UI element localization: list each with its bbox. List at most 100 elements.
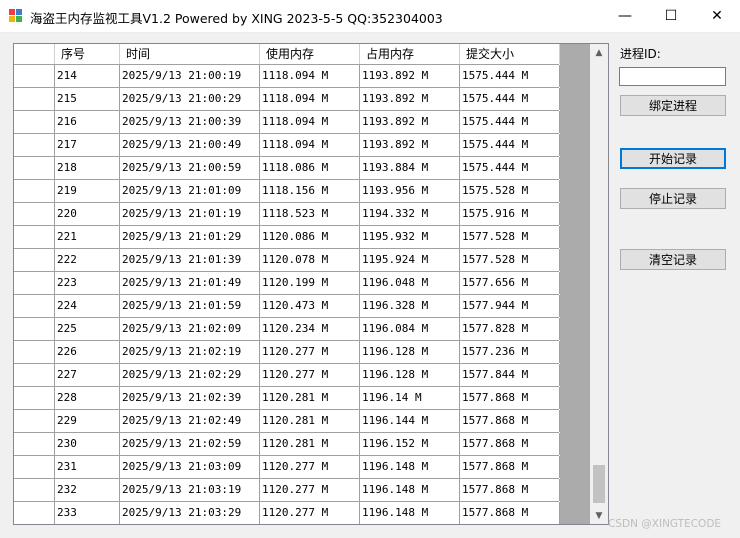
cell-commit-size[interactable]: 1577.236 M [460,341,560,363]
cell-index[interactable]: 219 [55,180,120,202]
cell-used-memory[interactable]: 1120.277 M [260,364,360,386]
cell-index[interactable]: 220 [55,203,120,225]
cell-index[interactable]: 218 [55,157,120,179]
table-row[interactable]: 214 2025/9/13 21:00:19 1118.094 M 1193.892 … [14,65,560,88]
table-row[interactable]: 220 2025/9/13 21:01:19 1118.523 M 1194.332 … [14,203,560,226]
row-header-cell[interactable] [14,134,55,156]
cell-occupied-memory[interactable]: 1193.884 M [360,157,460,179]
table-row[interactable]: 218 2025/9/13 21:00:59 1118.086 M 1193.884 … [14,157,560,180]
row-header-cell[interactable] [14,111,55,133]
cell-index[interactable]: 224 [55,295,120,317]
clear-record-button[interactable]: 清空记录 [620,249,726,270]
cell-time[interactable]: 2025/9/13 21:01:09 [120,180,260,202]
table-row[interactable]: 224 2025/9/13 21:01:59 1120.473 M 1196.328 … [14,295,560,318]
cell-used-memory[interactable]: 1120.277 M [260,502,360,524]
cell-occupied-memory[interactable]: 1194.332 M [360,203,460,225]
cell-time[interactable]: 2025/9/13 21:01:49 [120,272,260,294]
table-row[interactable]: 232 2025/9/13 21:03:19 1120.277 M 1196.148 … [14,479,560,502]
cell-index[interactable]: 223 [55,272,120,294]
cell-time[interactable]: 2025/9/13 21:00:19 [120,65,260,87]
cell-index[interactable]: 217 [55,134,120,156]
cell-time[interactable]: 2025/9/13 21:00:59 [120,157,260,179]
cell-used-memory[interactable]: 1118.523 M [260,203,360,225]
cell-commit-size[interactable]: 1575.444 M [460,65,560,87]
cell-used-memory[interactable]: 1118.094 M [260,88,360,110]
table-row[interactable]: 230 2025/9/13 21:02:59 1120.281 M 1196.152 … [14,433,560,456]
row-header-cell[interactable] [14,341,55,363]
row-header-cell[interactable] [14,157,55,179]
row-header-cell[interactable] [14,410,55,432]
row-header-cell[interactable] [14,226,55,248]
row-header-cell[interactable] [14,249,55,271]
cell-index[interactable]: 216 [55,111,120,133]
cell-index[interactable]: 215 [55,88,120,110]
table-row[interactable]: 233 2025/9/13 21:03:29 1120.277 M 1196.148 … [14,502,560,524]
cell-time[interactable]: 2025/9/13 21:02:39 [120,387,260,409]
cell-time[interactable]: 2025/9/13 21:03:19 [120,479,260,501]
cell-index[interactable]: 233 [55,502,120,524]
cell-used-memory[interactable]: 1120.281 M [260,410,360,432]
cell-time[interactable]: 2025/9/13 21:01:29 [120,226,260,248]
cell-commit-size[interactable]: 1577.868 M [460,502,560,524]
cell-time[interactable]: 2025/9/13 21:03:09 [120,456,260,478]
cell-occupied-memory[interactable]: 1196.328 M [360,295,460,317]
cell-commit-size[interactable]: 1577.528 M [460,249,560,271]
start-record-button[interactable]: 开始记录 [620,148,726,169]
cell-index[interactable]: 227 [55,364,120,386]
table-row[interactable]: 228 2025/9/13 21:02:39 1120.281 M 1196.14 M… [14,387,560,410]
column-header-used-memory[interactable]: 使用内存 [260,44,360,64]
table-row[interactable]: 216 2025/9/13 21:00:39 1118.094 M 1193.892 … [14,111,560,134]
cell-time[interactable]: 2025/9/13 21:02:19 [120,341,260,363]
table-row[interactable]: 225 2025/9/13 21:02:09 1120.234 M 1196.084 … [14,318,560,341]
cell-used-memory[interactable]: 1118.094 M [260,65,360,87]
cell-time[interactable]: 2025/9/13 21:02:59 [120,433,260,455]
row-header-cell[interactable] [14,364,55,386]
cell-commit-size[interactable]: 1577.868 M [460,410,560,432]
memory-log-grid[interactable]: 序号 时间 使用内存 占用内存 提交大小 214 2025/9/13 21:00:… [13,43,609,525]
cell-time[interactable]: 2025/9/13 21:00:39 [120,111,260,133]
cell-commit-size[interactable]: 1577.868 M [460,387,560,409]
table-row[interactable]: 223 2025/9/13 21:01:49 1120.199 M 1196.048 … [14,272,560,295]
cell-occupied-memory[interactable]: 1193.892 M [360,88,460,110]
stop-record-button[interactable]: 停止记录 [620,188,726,209]
cell-used-memory[interactable]: 1118.086 M [260,157,360,179]
cell-used-memory[interactable]: 1120.086 M [260,226,360,248]
cell-used-memory[interactable]: 1120.078 M [260,249,360,271]
table-row[interactable]: 217 2025/9/13 21:00:49 1118.094 M 1193.892 … [14,134,560,157]
cell-time[interactable]: 2025/9/13 21:02:49 [120,410,260,432]
cell-commit-size[interactable]: 1577.868 M [460,479,560,501]
row-header-cell[interactable] [14,295,55,317]
vertical-scrollbar[interactable]: ▲ ▼ [590,44,608,524]
cell-index[interactable]: 230 [55,433,120,455]
table-row[interactable]: 231 2025/9/13 21:03:09 1120.277 M 1196.148 … [14,456,560,479]
column-header-occupied-memory[interactable]: 占用内存 [360,44,460,64]
cell-index[interactable]: 214 [55,65,120,87]
cell-occupied-memory[interactable]: 1193.956 M [360,180,460,202]
cell-commit-size[interactable]: 1575.444 M [460,134,560,156]
row-header-cell[interactable] [14,65,55,87]
column-header-index[interactable]: 序号 [55,44,120,64]
cell-used-memory[interactable]: 1120.281 M [260,387,360,409]
maximize-button[interactable]: ☐ [648,0,694,32]
column-header-commit-size[interactable]: 提交大小 [460,44,560,64]
cell-used-memory[interactable]: 1120.277 M [260,479,360,501]
cell-occupied-memory[interactable]: 1195.924 M [360,249,460,271]
cell-index[interactable]: 221 [55,226,120,248]
cell-used-memory[interactable]: 1118.094 M [260,134,360,156]
cell-commit-size[interactable]: 1577.868 M [460,456,560,478]
cell-time[interactable]: 2025/9/13 21:02:09 [120,318,260,340]
cell-time[interactable]: 2025/9/13 21:01:19 [120,203,260,225]
process-id-input[interactable] [619,67,726,86]
cell-used-memory[interactable]: 1120.277 M [260,341,360,363]
cell-occupied-memory[interactable]: 1193.892 M [360,134,460,156]
row-header-cell[interactable] [14,456,55,478]
cell-used-memory[interactable]: 1118.094 M [260,111,360,133]
cell-occupied-memory[interactable]: 1196.152 M [360,433,460,455]
cell-used-memory[interactable]: 1120.234 M [260,318,360,340]
cell-index[interactable]: 229 [55,410,120,432]
cell-occupied-memory[interactable]: 1193.892 M [360,65,460,87]
bind-process-button[interactable]: 绑定进程 [620,95,726,116]
row-header-cell[interactable] [14,502,55,524]
cell-index[interactable]: 231 [55,456,120,478]
cell-commit-size[interactable]: 1577.944 M [460,295,560,317]
